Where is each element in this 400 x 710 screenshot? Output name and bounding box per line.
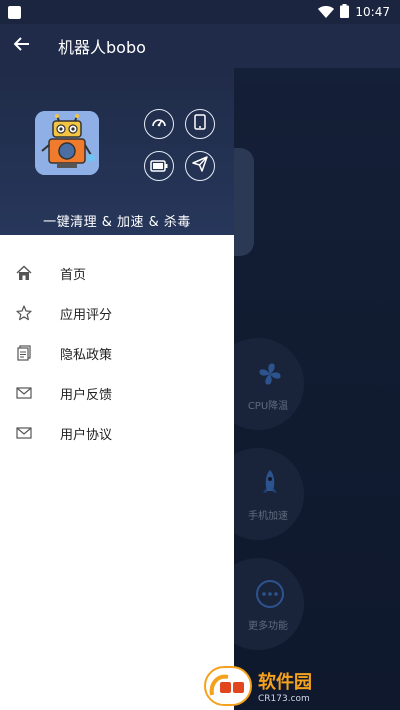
share-button[interactable] xyxy=(185,151,215,181)
clock: 10:47 xyxy=(355,5,390,19)
battery-icon xyxy=(150,157,168,176)
page-title: 机器人bobo xyxy=(58,38,146,57)
menu-item-label: 用户反馈 xyxy=(60,387,113,403)
menu-item-home[interactable]: 首页 xyxy=(0,253,234,293)
mail-icon xyxy=(16,425,32,441)
watermark-title: 软件园 xyxy=(258,672,312,693)
robot-app-icon xyxy=(35,111,99,175)
mail-icon xyxy=(16,385,32,401)
menu-item-label: 应用评分 xyxy=(60,307,113,323)
menu-item-privacy-policy[interactable]: 隐私政策 xyxy=(0,333,234,373)
speedometer-icon xyxy=(151,114,167,134)
phone-icon xyxy=(194,114,206,134)
menu-item-user-agreement[interactable]: 用户协议 xyxy=(0,413,234,453)
menu-item-feedback[interactable]: 用户反馈 xyxy=(0,373,234,413)
watermark-logo xyxy=(204,666,252,706)
watermark: 软件园 CR173.com xyxy=(204,662,400,710)
battery-button[interactable] xyxy=(144,151,174,181)
drawer-tagline: 一键清理 & 加速 & 杀毒 xyxy=(43,215,191,230)
menu-item-label: 首页 xyxy=(60,267,87,283)
app-bar: 机器人bobo xyxy=(0,24,400,68)
phone-info-button[interactable] xyxy=(185,109,215,139)
menu-item-rate-app[interactable]: 应用评分 xyxy=(0,293,234,333)
home-icon xyxy=(16,265,32,281)
drawer-menu: 首页 应用评分 隐私政策 用户反馈 用户协议 xyxy=(0,235,234,453)
speed-check-button[interactable] xyxy=(144,109,174,139)
menu-item-label: 用户协议 xyxy=(60,427,113,443)
battery-icon xyxy=(340,3,350,22)
watermark-site: CR173.com xyxy=(258,694,310,704)
back-arrow-icon xyxy=(13,36,30,56)
document-icon xyxy=(16,345,32,361)
notification-icon xyxy=(8,5,21,19)
status-bar: 10:47 xyxy=(0,0,400,24)
send-icon xyxy=(192,156,208,176)
navigation-drawer: 一键清理 & 加速 & 杀毒 首页 应用评分 隐私政策 用户反馈 用户协议 xyxy=(0,68,234,710)
back-button[interactable] xyxy=(0,24,44,68)
menu-item-label: 隐私政策 xyxy=(60,347,113,363)
drawer-header: 一键清理 & 加速 & 杀毒 xyxy=(0,68,234,235)
star-icon xyxy=(16,305,32,321)
wifi-icon xyxy=(318,3,335,22)
